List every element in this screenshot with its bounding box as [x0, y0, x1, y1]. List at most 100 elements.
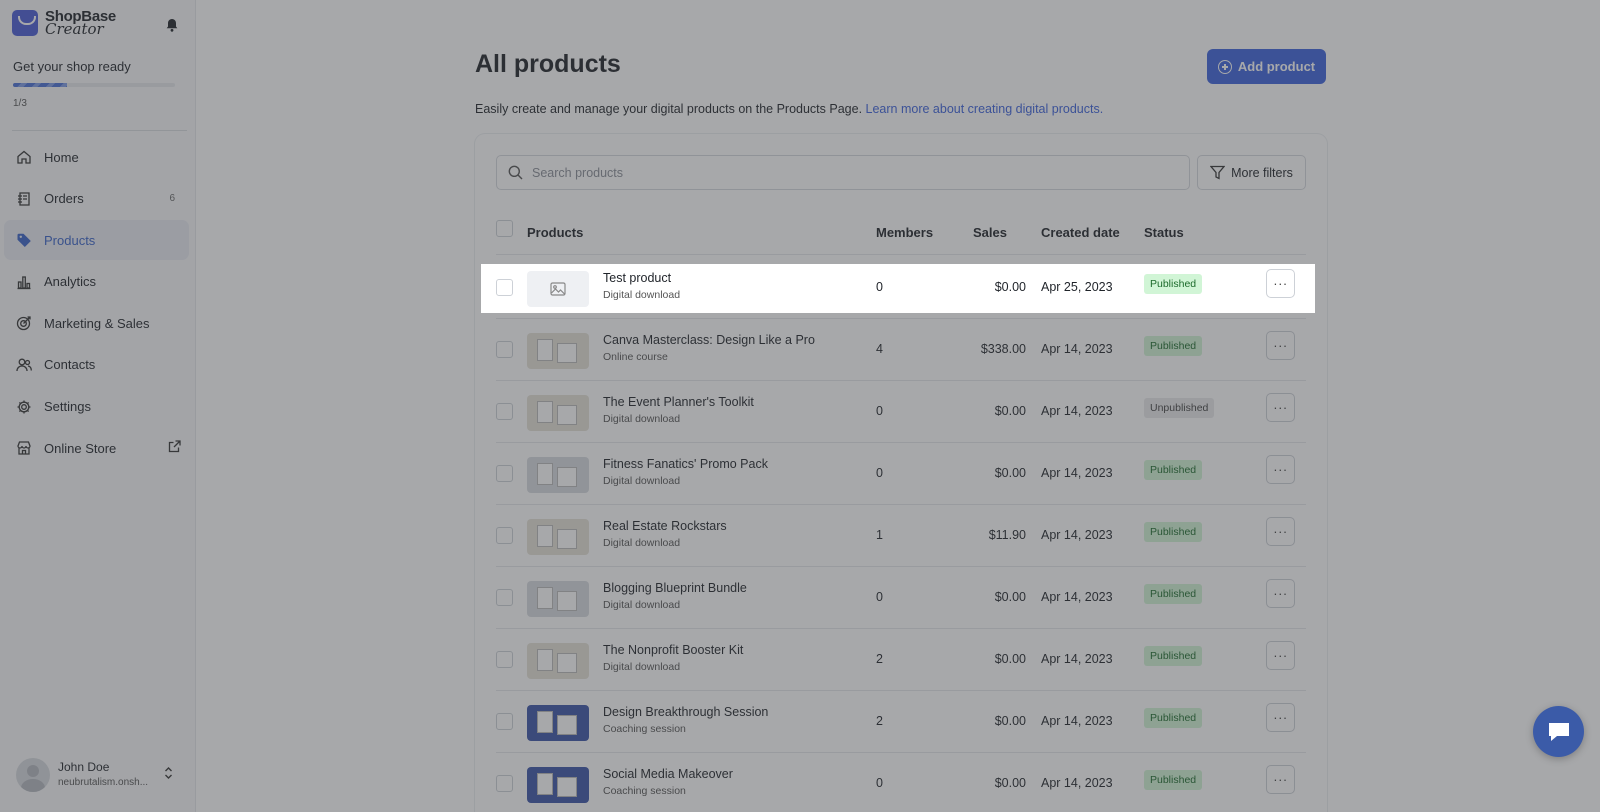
bag-logo-icon — [12, 10, 38, 36]
row-checkbox[interactable] — [496, 527, 513, 544]
product-sales: $0.00 — [994, 776, 1026, 790]
progress-fill — [13, 83, 67, 87]
row-checkbox[interactable] — [496, 589, 513, 606]
sidebar-item-contacts[interactable]: Contacts — [4, 345, 189, 385]
product-thumbnail[interactable] — [527, 643, 589, 679]
table-header: Products Members Sales Created date Stat… — [496, 216, 1306, 255]
user-menu[interactable]: John Doe neubrutalism.onsh... — [16, 758, 181, 792]
sidebar-item-online-store[interactable]: Online Store — [4, 428, 189, 468]
product-members: 0 — [876, 466, 883, 480]
product-name[interactable]: Design Breakthrough Session — [603, 705, 768, 719]
row-checkbox[interactable] — [496, 465, 513, 482]
product-name[interactable]: Test product — [603, 271, 671, 285]
more-actions-button[interactable]: ··· — [1266, 331, 1295, 360]
table-row[interactable]: Real Estate Rockstars Digital download 1 $1… — [496, 504, 1306, 567]
sidebar-item-settings[interactable]: Settings — [4, 387, 189, 427]
table-row[interactable]: Test product Digital download 0 $0.00 Apr 25… — [496, 256, 1306, 319]
more-filters-label: More filters — [1231, 165, 1293, 180]
more-filters-button[interactable]: More filters — [1197, 155, 1306, 190]
home-icon — [16, 149, 32, 165]
sidebar-item-marketing[interactable]: Marketing & Sales — [4, 303, 189, 343]
product-thumbnail[interactable] — [527, 395, 589, 431]
product-created-date: Apr 14, 2023 — [1041, 404, 1113, 418]
product-members: 0 — [876, 404, 883, 418]
more-actions-button[interactable]: ··· — [1266, 641, 1295, 670]
status-badge: Published — [1144, 336, 1203, 356]
sidebar-item-orders[interactable]: Orders 6 — [4, 179, 189, 219]
sidebar-item-products[interactable]: Products — [4, 220, 189, 261]
product-created-date: Apr 14, 2023 — [1041, 714, 1113, 728]
product-members: 0 — [876, 280, 883, 294]
product-created-date: Apr 14, 2023 — [1041, 652, 1113, 666]
header-created-date: Created date — [1041, 225, 1120, 240]
sidebar-item-analytics[interactable]: Analytics — [4, 262, 189, 302]
row-checkbox[interactable] — [496, 713, 513, 730]
row-checkbox[interactable] — [496, 775, 513, 792]
product-name[interactable]: Canva Masterclass: Design Like a Pro — [603, 333, 815, 347]
product-thumbnail[interactable] — [527, 519, 589, 555]
row-checkbox[interactable] — [496, 279, 513, 296]
page-title: All products — [475, 50, 621, 78]
chevron-up-down-icon[interactable] — [164, 767, 173, 782]
sidebar-item-label: Analytics — [44, 274, 97, 290]
table-row[interactable]: Design Breakthrough Session Coaching sess… — [496, 690, 1306, 753]
product-thumbnail[interactable] — [527, 333, 589, 369]
search-box[interactable] — [496, 155, 1190, 190]
product-created-date: Apr 14, 2023 — [1041, 590, 1113, 604]
shopbase-logo[interactable]: ShopBase Creator — [12, 9, 116, 37]
product-created-date: Apr 14, 2023 — [1041, 528, 1113, 542]
search-input[interactable] — [532, 165, 1132, 180]
table-row[interactable]: Social Media Makeover Coaching session 0 $0… — [496, 752, 1306, 812]
product-members: 1 — [876, 528, 883, 542]
external-link-icon[interactable] — [168, 440, 181, 456]
image-placeholder-icon — [550, 282, 566, 296]
more-actions-button[interactable]: ··· — [1266, 455, 1295, 484]
sidebar-item-home[interactable]: Home — [4, 137, 189, 177]
product-thumbnail[interactable] — [527, 271, 589, 307]
product-thumbnail[interactable] — [527, 767, 589, 803]
more-actions-button[interactable]: ··· — [1266, 703, 1295, 732]
more-actions-button[interactable]: ··· — [1266, 765, 1295, 794]
analytics-icon — [16, 274, 32, 290]
row-checkbox[interactable] — [496, 341, 513, 358]
onboarding-title[interactable]: Get your shop ready — [13, 59, 131, 74]
more-actions-button[interactable]: ··· — [1266, 393, 1295, 422]
table-row[interactable]: Fitness Fanatics' Promo Pack Digital down… — [496, 442, 1306, 505]
product-members: 2 — [876, 714, 883, 728]
more-actions-button[interactable]: ··· — [1266, 269, 1295, 298]
table-row[interactable]: Blogging Blueprint Bundle Digital downloa… — [496, 566, 1306, 629]
bell-icon[interactable] — [166, 18, 178, 32]
sidebar-item-label: Contacts — [44, 357, 96, 373]
table-row[interactable]: Canva Masterclass: Design Like a Pro Onli… — [496, 318, 1306, 381]
product-members: 0 — [876, 590, 883, 604]
select-all-checkbox[interactable] — [496, 220, 513, 237]
add-product-button[interactable]: Add product — [1207, 49, 1326, 84]
table-row[interactable]: The Nonprofit Booster Kit Digital downloa… — [496, 628, 1306, 691]
chat-button[interactable] — [1533, 706, 1584, 757]
status-badge: Published — [1144, 770, 1203, 790]
logo-text: ShopBase Creator — [45, 9, 116, 37]
more-actions-button[interactable]: ··· — [1266, 579, 1295, 608]
table-row[interactable]: The Event Planner's Toolkit Digital downl… — [496, 380, 1306, 443]
learn-more-link[interactable]: Learn more about creating digital produc… — [866, 102, 1104, 116]
sidebar-item-label: Home — [44, 149, 79, 165]
product-thumbnail[interactable] — [527, 705, 589, 741]
product-thumbnail[interactable] — [527, 581, 589, 617]
product-name[interactable]: Real Estate Rockstars — [603, 519, 727, 533]
user-info: John Doe neubrutalism.onsh... — [58, 759, 148, 791]
product-sales: $0.00 — [994, 466, 1026, 480]
product-name[interactable]: The Nonprofit Booster Kit — [603, 643, 743, 657]
product-name[interactable]: The Event Planner's Toolkit — [603, 395, 754, 409]
row-checkbox[interactable] — [496, 403, 513, 420]
row-checkbox[interactable] — [496, 651, 513, 668]
product-name[interactable]: Blogging Blueprint Bundle — [603, 581, 747, 595]
product-thumbnail[interactable] — [527, 457, 589, 493]
dim-overlay-right — [1315, 264, 1600, 313]
product-members: 4 — [876, 342, 883, 356]
more-actions-button[interactable]: ··· — [1266, 517, 1295, 546]
product-type: Digital download — [603, 537, 681, 549]
product-name[interactable]: Social Media Makeover — [603, 767, 733, 781]
product-sales: $338.00 — [980, 342, 1026, 356]
user-name: John Doe — [58, 760, 110, 774]
product-name[interactable]: Fitness Fanatics' Promo Pack — [603, 457, 768, 471]
